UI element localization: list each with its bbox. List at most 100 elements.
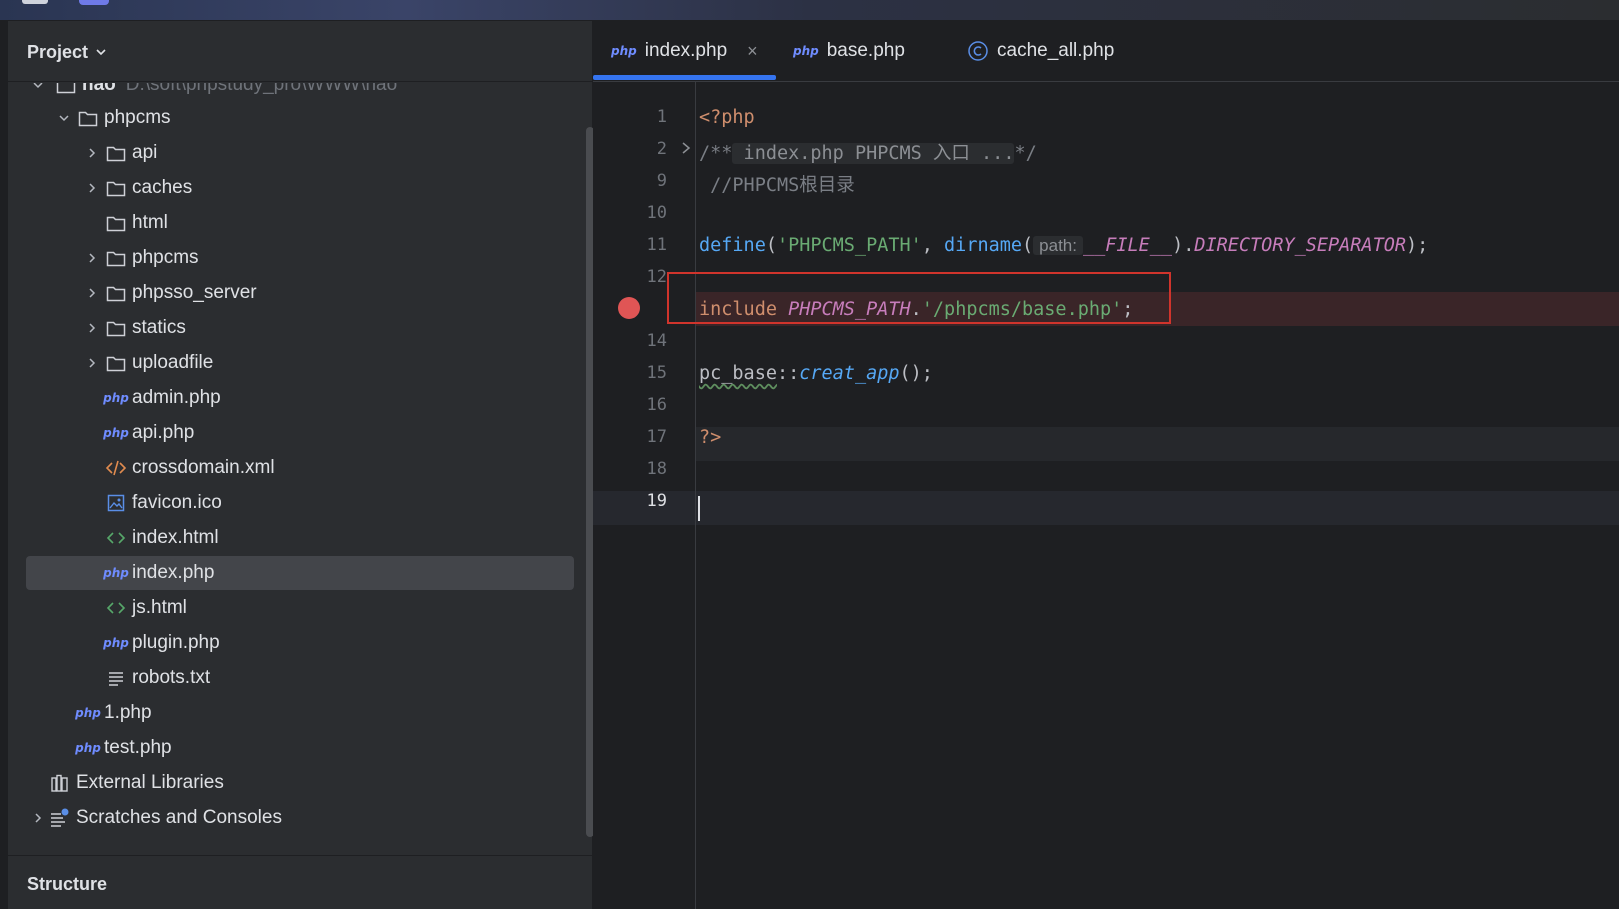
- code-line-17[interactable]: ?>: [699, 427, 721, 448]
- fold-arrow-icon[interactable]: [680, 141, 692, 155]
- tree-item-label: External Libraries: [76, 772, 224, 793]
- chevron-right-icon[interactable]: [84, 180, 100, 196]
- folder-icon: [104, 177, 128, 199]
- tree-item-label: html: [132, 212, 168, 233]
- current-line-highlight: [593, 491, 1619, 525]
- project-tree[interactable]: nao D:\soft\phpstudy_pro\WWW\nao phpcms …: [8, 83, 574, 875]
- tree-item-api-folder[interactable]: api: [26, 136, 574, 170]
- tree-root-nao[interactable]: nao D:\soft\phpstudy_pro\WWW\nao: [26, 83, 574, 102]
- code-line-1[interactable]: <?php: [699, 107, 755, 128]
- tab-label: cache_all.php: [997, 40, 1115, 61]
- tree-item-index-php[interactable]: php index.php: [26, 556, 574, 590]
- html-file-icon: [104, 597, 128, 619]
- tab-index-php[interactable]: php index.php ×: [611, 21, 758, 81]
- code-line-11[interactable]: define('PHPCMS_PATH', dirname(path: __FIL…: [699, 235, 1428, 256]
- tree-root-label: nao: [82, 83, 116, 95]
- tree-item-label: phpsso_server: [132, 282, 257, 303]
- xml-file-icon: [104, 457, 128, 479]
- chevron-right-icon[interactable]: [84, 355, 100, 371]
- folder-icon: [104, 142, 128, 164]
- line-number: 18: [646, 459, 667, 479]
- chevron-right-icon[interactable]: [84, 145, 100, 161]
- tree-item-index-html[interactable]: index.html: [26, 521, 574, 555]
- tree-item-label: admin.php: [132, 387, 221, 408]
- tree-item-api-php[interactable]: php api.php: [26, 416, 574, 450]
- tree-item-label: js.html: [132, 597, 187, 618]
- tree-item-label: test.php: [104, 737, 172, 758]
- php-file-icon: php: [793, 44, 819, 58]
- libraries-icon: [48, 772, 72, 794]
- tree-item-robots-txt[interactable]: robots.txt: [26, 661, 574, 695]
- project-panel-header[interactable]: Project: [27, 40, 108, 64]
- tree-item-external-libraries[interactable]: External Libraries: [26, 766, 574, 800]
- parameter-hint: path:: [1033, 236, 1083, 255]
- main-menu-icon[interactable]: [22, 0, 48, 4]
- tree-item-plugin-php[interactable]: php plugin.php: [26, 626, 574, 660]
- chevron-right-icon[interactable]: [84, 285, 100, 301]
- tree-item-phpcms-root[interactable]: phpcms: [26, 101, 574, 135]
- php-file-icon: php: [103, 566, 129, 580]
- tree-item-1-php[interactable]: php 1.php: [26, 696, 574, 730]
- html-file-icon: [104, 527, 128, 549]
- tree-item-favicon[interactable]: favicon.ico: [26, 486, 574, 520]
- php-file-icon: php: [75, 741, 101, 755]
- code-line-15[interactable]: pc_base::creat_app();: [699, 363, 933, 384]
- tree-item-admin-php[interactable]: php admin.php: [26, 381, 574, 415]
- tree-item-statics[interactable]: statics: [26, 311, 574, 345]
- code-line-9[interactable]: //PHPCMS根目录: [699, 171, 855, 197]
- tree-item-label: statics: [132, 317, 186, 338]
- tab-label: base.php: [826, 40, 905, 61]
- line-number: 11: [646, 235, 667, 255]
- structure-panel-title[interactable]: Structure: [27, 874, 107, 895]
- scratches-icon: [48, 807, 72, 829]
- tree-item-label: phpcms: [132, 247, 199, 268]
- tree-item-phpcms[interactable]: phpcms: [26, 241, 574, 275]
- tree-item-label: 1.php: [104, 702, 152, 723]
- image-file-icon: [104, 492, 128, 514]
- tree-item-label: api: [132, 142, 158, 163]
- chevron-right-icon[interactable]: [84, 250, 100, 266]
- chevron-right-icon[interactable]: [84, 320, 100, 336]
- tree-item-scratches[interactable]: Scratches and Consoles: [26, 801, 574, 835]
- editor-tabs: php index.php × php base.php cache_all.p…: [593, 21, 1619, 82]
- tree-item-crossdomain-xml[interactable]: crossdomain.xml: [26, 451, 574, 485]
- php-file-icon: php: [611, 44, 637, 58]
- divider: [8, 855, 592, 856]
- active-tab-indicator: [593, 75, 776, 80]
- tab-label: index.php: [644, 40, 728, 61]
- folder-icon: [104, 212, 128, 234]
- project-panel-title: Project: [27, 41, 89, 62]
- tree-root-path: D:\soft\phpstudy_pro\WWW\nao: [125, 83, 398, 95]
- editor-gutter[interactable]: 1 2 9 10 11 12 14 15 16 17 18 19: [593, 82, 696, 909]
- tree-item-label: crossdomain.xml: [132, 457, 275, 478]
- project-widget-icon[interactable]: [79, 0, 109, 5]
- php-file-icon: php: [103, 636, 129, 650]
- tree-item-caches[interactable]: caches: [26, 171, 574, 205]
- tree-item-label: api.php: [132, 422, 195, 443]
- breakpoint-icon[interactable]: [618, 297, 640, 319]
- line-number: 10: [646, 203, 667, 223]
- tree-item-test-php[interactable]: php test.php: [26, 731, 574, 765]
- text-file-icon: [104, 667, 128, 689]
- tree-item-phpsso-server[interactable]: phpsso_server: [26, 276, 574, 310]
- folder-icon: [76, 107, 100, 129]
- divider: [8, 81, 592, 82]
- line-number: 16: [646, 395, 667, 415]
- code-line-2[interactable]: /** index.php PHPCMS 入口 ...*/: [699, 139, 1037, 165]
- folded-doc-comment[interactable]: index.php PHPCMS 入口 ...: [732, 143, 1015, 164]
- folder-icon: [104, 317, 128, 339]
- tree-item-html-folder[interactable]: html: [26, 206, 574, 240]
- close-icon[interactable]: ×: [747, 41, 758, 62]
- tree-item-label: index.html: [132, 527, 219, 548]
- chevron-down-icon[interactable]: [30, 83, 46, 93]
- tree-item-uploadfile[interactable]: uploadfile: [26, 346, 574, 380]
- tab-cache-all-php[interactable]: cache_all.php: [967, 21, 1114, 81]
- tree-item-label: robots.txt: [132, 667, 211, 688]
- tree-item-js-html[interactable]: js.html: [26, 591, 574, 625]
- tab-base-php[interactable]: php base.php: [793, 21, 905, 81]
- chevron-right-icon[interactable]: [30, 810, 46, 826]
- line-number: 12: [646, 267, 667, 287]
- chevron-down-icon[interactable]: [56, 110, 72, 126]
- code-editor: php index.php × php base.php cache_all.p…: [593, 21, 1619, 909]
- class-file-icon: [968, 41, 988, 61]
